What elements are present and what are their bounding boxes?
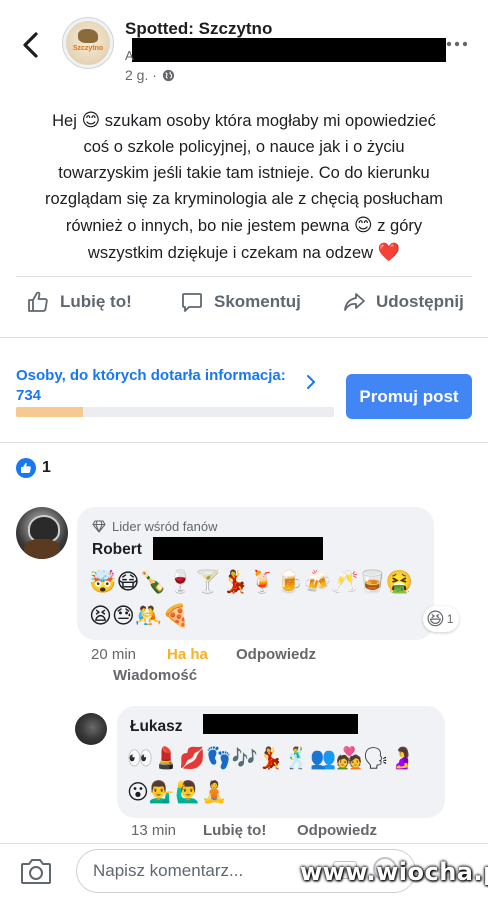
comment-haha-reaction[interactable]: Ha ha: [167, 646, 208, 663]
commenter-avatar[interactable]: [16, 507, 68, 559]
comment-meta: 13 min Lubię to! Odpowiedz: [0, 822, 488, 842]
reach-stats[interactable]: Osoby, do których dotarła informacja: 73…: [16, 366, 286, 406]
smile-emoji-icon: 😊: [81, 110, 101, 130]
divider: [0, 843, 488, 844]
post-body: Hej 😊 szukam osoby która mogłaby mi opow…: [16, 107, 472, 266]
page-title[interactable]: Spotted: Szczytno: [125, 19, 272, 39]
post-line: coś o szkole policyjnej, o nauce jak i o…: [83, 138, 405, 156]
post-time-text: 2 g. ·: [125, 67, 157, 83]
heart-emoji-icon: ❤️: [377, 242, 401, 262]
post-line: wszystkim dziękuje i czekam na odzew ❤️: [16, 239, 472, 266]
reach-count: 734: [16, 387, 42, 404]
camera-icon[interactable]: [20, 857, 52, 885]
author-name[interactable]: A: [125, 48, 134, 63]
reach-label: Osoby, do których dotarła informacja:: [16, 367, 286, 384]
comment-emojis: 🤯😷🍾🍷🍸💃🍹🍺🍻🥂🥃🤮: [89, 569, 414, 594]
haha-emoji-icon: 😆: [426, 608, 445, 629]
thumbs-up-icon: [28, 291, 48, 312]
page-logo: Szczytno: [66, 21, 110, 65]
reach-progress-fill: [16, 407, 83, 417]
chevron-right-icon[interactable]: [305, 374, 317, 390]
thumbs-up-icon: [21, 462, 31, 473]
post-text-segment: również o innych, bo nie jestem pewna: [65, 217, 354, 235]
comment-icon: [182, 293, 202, 312]
reply-button[interactable]: Odpowiedz: [236, 646, 316, 663]
commenter-name[interactable]: Robert: [92, 541, 142, 559]
watermark: www.wiocha.pl: [300, 858, 488, 886]
post-text-segment: Hej: [52, 112, 82, 130]
post-text-segment: wszystkim dziękuje i czekam na odzew: [87, 244, 378, 262]
comment-emojis: 👀💄💋👣🎶💃🕺👥💑🗣🤰: [127, 747, 416, 770]
reactions-summary[interactable]: 1: [16, 458, 51, 478]
comment-emojis: 😫😓🤼🍕: [89, 603, 190, 628]
reactions-count: 1: [42, 459, 51, 476]
comment-emojis: 😮💁‍♂️🙋‍♂️🧘: [127, 781, 228, 804]
top-fan-label: Lider wśród fanów: [112, 519, 218, 534]
post-header: Szczytno Spotted: Szczytno A 2 g. ·: [0, 0, 488, 96]
page-logo-text: Szczytno: [72, 45, 104, 52]
like-reaction-icon: [16, 458, 36, 478]
like-label: Lubię to!: [60, 292, 132, 311]
share-label: Udostępnij: [376, 292, 464, 311]
commenter-name[interactable]: Łukasz: [130, 718, 183, 736]
promote-post-button[interactable]: Promuj post: [346, 374, 472, 419]
commenter-avatar[interactable]: [75, 713, 107, 745]
comment-label: Skomentuj: [214, 292, 301, 311]
post-line: towarzyskim jeśli takie tam istnieje. Co…: [58, 164, 430, 182]
comment-reaction-badge[interactable]: 😆 1: [423, 606, 460, 632]
post-line: Hej 😊 szukam osoby która mogłaby mi opow…: [16, 107, 472, 134]
comment-time: 13 min: [131, 822, 177, 839]
message-button[interactable]: Wiadomość: [113, 667, 197, 684]
comment-button[interactable]: Skomentuj: [180, 290, 301, 314]
redaction-bar: [203, 714, 358, 734]
like-comment-button[interactable]: Lubię to!: [203, 822, 266, 839]
globe-icon: [162, 69, 174, 81]
divider: [0, 442, 488, 443]
like-button[interactable]: Lubię to!: [26, 290, 132, 314]
comment-reaction-count: 1: [446, 612, 454, 626]
smile-emoji-icon: 😊: [353, 215, 373, 235]
redaction-bar: [132, 38, 446, 62]
comment-meta: 20 min Ha ha Odpowiedz Wiadomość: [0, 646, 488, 686]
reply-button[interactable]: Odpowiedz: [297, 822, 377, 839]
page-avatar[interactable]: Szczytno: [62, 17, 114, 69]
share-icon: [344, 293, 365, 311]
diamond-icon: [92, 520, 106, 533]
post-line: rozglądam się za kryminologia ale z chęc…: [44, 190, 444, 208]
redaction-bar: [153, 537, 323, 560]
reach-progress-bar: [16, 407, 334, 417]
back-arrow-icon[interactable]: [18, 30, 44, 60]
post-line: również o innych, bo nie jestem pewna 😊 …: [16, 212, 472, 239]
divider: [0, 337, 488, 338]
comment-bubble[interactable]: Lider wśród fanów Robert 🤯😷🍾🍷🍸💃🍹🍺🍻🥂🥃🤮 😫😓…: [77, 507, 434, 640]
comment-time: 20 min: [91, 646, 137, 663]
top-fan-badge: Lider wśród fanów: [92, 519, 218, 534]
post-text-segment: z góry: [372, 217, 423, 235]
comment-bubble[interactable]: Łukasz 👀💄💋👣🎶💃🕺👥💑🗣🤰 😮💁‍♂️🙋‍♂️🧘: [117, 706, 445, 818]
more-options-icon[interactable]: [446, 40, 468, 48]
post-actions: Lubię to! Skomentuj Udostępnij: [0, 280, 488, 328]
divider: [16, 276, 472, 277]
share-button[interactable]: Udostępnij: [342, 290, 464, 314]
post-time: 2 g. ·: [125, 67, 175, 83]
post-text-segment: szukam osoby która mogłaby mi opowiedzie…: [100, 112, 436, 130]
